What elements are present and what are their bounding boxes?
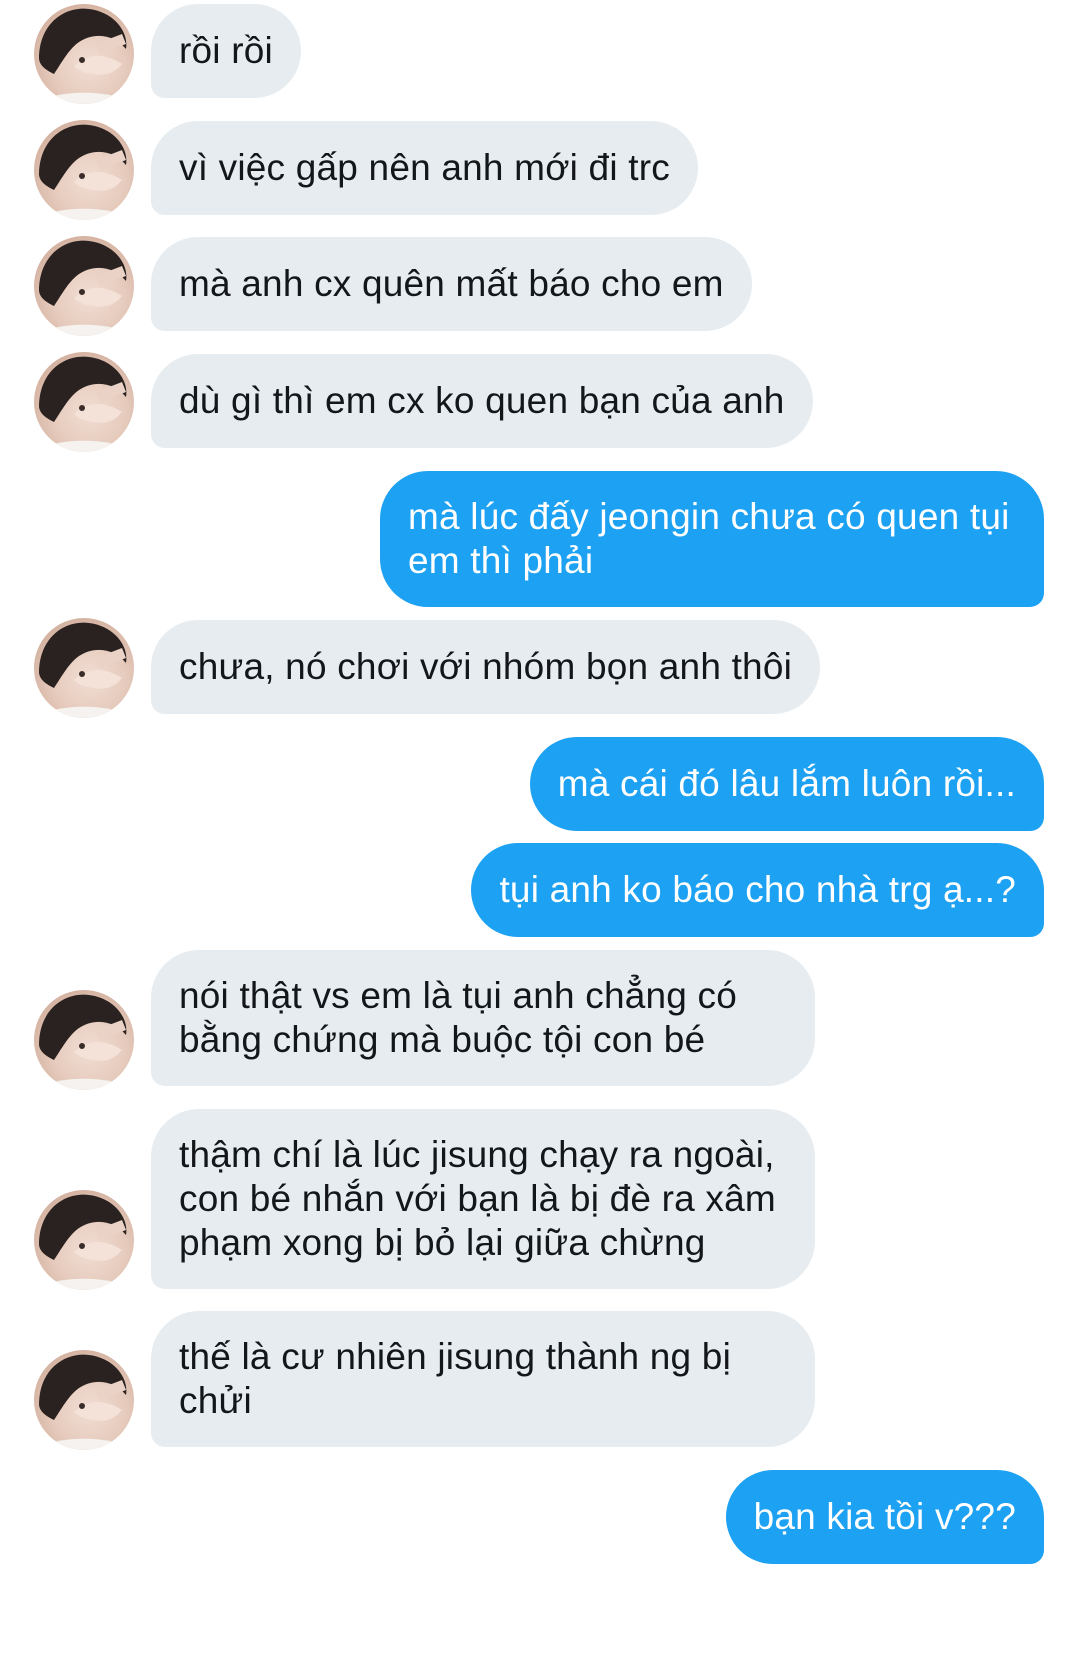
contact-avatar[interactable] <box>34 1350 134 1450</box>
message-text: mà cái đó lâu lắm luôn rồi... <box>557 763 1016 804</box>
contact-avatar[interactable] <box>34 236 134 336</box>
contact-avatar[interactable] <box>34 4 134 104</box>
user-avatar-icon <box>34 240 134 336</box>
message-text: mà lúc đấy jeongin chưa có quen tụi em t… <box>408 496 1010 581</box>
message-bubble-incoming[interactable]: dù gì thì em cx ko quen bạn của anh <box>151 354 813 448</box>
message-bubble-incoming[interactable]: mà anh cx quên mất báo cho em <box>151 237 752 331</box>
message-bubble-incoming[interactable]: chưa, nó chơi với nhóm bọn anh thôi <box>151 620 821 714</box>
message-text: chưa, nó chơi với nhóm bọn anh thôi <box>179 646 793 687</box>
message-text: thậm chí là lúc jisung chạy ra ngoài, co… <box>179 1134 776 1263</box>
message-text: thế là cư nhiên jisung thành ng bị chửi <box>179 1336 732 1421</box>
message-bubble-incoming[interactable]: vì việc gấp nên anh mới đi trc <box>151 121 698 215</box>
contact-avatar[interactable] <box>34 120 134 220</box>
message-bubble-outgoing[interactable]: mà cái đó lâu lắm luôn rồi... <box>529 737 1044 831</box>
message-thread: rồi rồi vì việc gấp nên anh mới đi trc m… <box>0 0 1080 1662</box>
message-bubble-incoming[interactable]: rồi rồi <box>151 4 301 98</box>
user-avatar-icon <box>34 1194 134 1290</box>
contact-avatar[interactable] <box>34 618 134 718</box>
message-text: nói thật vs em là tụi anh chẳng có bằng … <box>179 975 738 1060</box>
contact-avatar[interactable] <box>34 352 134 452</box>
contact-avatar[interactable] <box>34 1190 134 1290</box>
user-avatar-icon <box>34 124 134 220</box>
message-text: vì việc gấp nên anh mới đi trc <box>179 147 670 188</box>
user-avatar-icon <box>34 8 134 104</box>
message-bubble-outgoing[interactable]: mà lúc đấy jeongin chưa có quen tụi em t… <box>380 471 1044 607</box>
message-bubble-incoming[interactable]: nói thật vs em là tụi anh chẳng có bằng … <box>151 950 815 1086</box>
message-bubble-outgoing[interactable]: bạn kia tồi v??? <box>725 1470 1044 1564</box>
message-text: dù gì thì em cx ko quen bạn của anh <box>179 380 785 421</box>
user-avatar-icon <box>34 1354 134 1450</box>
user-avatar-icon <box>34 356 134 452</box>
message-text: rồi rồi <box>179 30 273 71</box>
message-bubble-incoming[interactable]: thế là cư nhiên jisung thành ng bị chửi <box>151 1311 815 1447</box>
contact-avatar[interactable] <box>34 990 134 1090</box>
message-text: tụi anh ko báo cho nhà trg ạ...? <box>499 869 1016 910</box>
message-bubble-outgoing[interactable]: tụi anh ko báo cho nhà trg ạ...? <box>471 843 1044 937</box>
message-bubble-incoming[interactable]: thậm chí là lúc jisung chạy ra ngoài, co… <box>151 1109 815 1289</box>
user-avatar-icon <box>34 994 134 1090</box>
message-text: bạn kia tồi v??? <box>753 1496 1016 1537</box>
message-text: mà anh cx quên mất báo cho em <box>179 263 724 304</box>
user-avatar-icon <box>34 622 134 718</box>
